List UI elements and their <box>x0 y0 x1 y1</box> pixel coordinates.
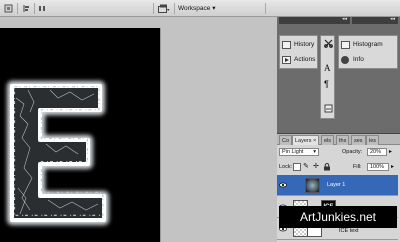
tool-preset-icon[interactable] <box>4 4 13 13</box>
histogram-label: Histogram <box>353 41 383 48</box>
document-canvas[interactable] <box>0 28 160 242</box>
opacity-slider-arrow-icon[interactable]: ▸ <box>389 148 392 157</box>
blend-mode-select[interactable]: Pin Light ▾ <box>279 148 319 156</box>
opacity-label: Opacity: <box>342 149 363 155</box>
collapse-arrows-icon[interactable]: ◂◂ <box>342 16 347 22</box>
lock-position-icon[interactable]: ✛ <box>313 163 321 171</box>
tab-layers[interactable]: Layers × <box>292 135 320 145</box>
separator <box>17 3 18 14</box>
opacity-input[interactable]: 20% <box>367 148 387 156</box>
tab-styles[interactable]: ses <box>351 135 366 145</box>
layer-thumbnail <box>305 178 320 193</box>
fill-label: Fill: <box>353 164 362 170</box>
history-icon <box>282 41 291 49</box>
histogram-info-panel: Histogram Info <box>338 35 398 69</box>
dock-header-left[interactable]: ◂◂ <box>279 16 350 24</box>
tool-strip: A ¶ <box>320 35 335 119</box>
tab-paths[interactable]: ths <box>336 135 350 145</box>
actions-label: Actions <box>294 56 316 63</box>
chevron-down-icon: ▾ <box>313 149 316 155</box>
tab-swatches[interactable]: les <box>366 135 380 145</box>
lock-label: Lock: <box>279 164 293 170</box>
workspace-button[interactable]: Workspace ▾ <box>178 3 215 14</box>
lock-image-pixels-icon[interactable]: ✎ <box>303 163 311 171</box>
tab-channels[interactable]: els <box>321 135 335 145</box>
character-icon[interactable]: A <box>324 63 333 73</box>
layer-name: Layer 1 <box>327 182 346 188</box>
history-label: History <box>294 41 315 48</box>
canvas-edge <box>160 28 161 242</box>
layers-tab-bar: Co Layers × els ths ses les <box>277 134 400 145</box>
histogram-icon <box>341 41 350 49</box>
fill-input[interactable]: 100% <box>367 163 389 171</box>
separator <box>265 3 266 14</box>
info-icon <box>341 56 349 64</box>
arrange-documents-icon[interactable] <box>158 4 170 13</box>
fill-slider-arrow-icon[interactable]: ▸ <box>391 163 394 172</box>
actions-icon <box>282 56 291 64</box>
distribute-icon[interactable] <box>38 4 47 13</box>
blend-mode-value: Pin Light <box>282 149 304 155</box>
options-bar: Workspace ▾ <box>0 0 400 17</box>
layer-comps-icon[interactable] <box>324 104 333 113</box>
scissors-icon[interactable] <box>324 39 333 48</box>
separator <box>34 3 35 14</box>
watermark-text: ArtJunkies.net <box>299 210 377 224</box>
layer-name: ICE text <box>339 228 359 234</box>
lock-transparent-pixels-icon[interactable] <box>293 163 301 171</box>
info-label: Info <box>353 56 364 63</box>
align-icon[interactable] <box>22 4 31 13</box>
paragraph-icon[interactable]: ¶ <box>324 79 333 89</box>
collapse-arrows-icon[interactable]: ◂◂ <box>390 16 395 22</box>
dock-header-right[interactable]: ◂◂ <box>352 16 398 24</box>
history-actions-panel: History Actions <box>279 35 318 69</box>
lock-all-icon[interactable] <box>323 163 331 171</box>
watermark-banner: ArtJunkies.net <box>279 206 397 228</box>
eye-icon[interactable] <box>279 181 287 189</box>
separator <box>153 3 154 14</box>
ice-letter-artwork <box>7 81 109 225</box>
layer-row-layer-1[interactable]: Layer 1 <box>277 175 398 196</box>
tab-color[interactable]: Co <box>279 135 293 145</box>
separator <box>174 3 175 14</box>
